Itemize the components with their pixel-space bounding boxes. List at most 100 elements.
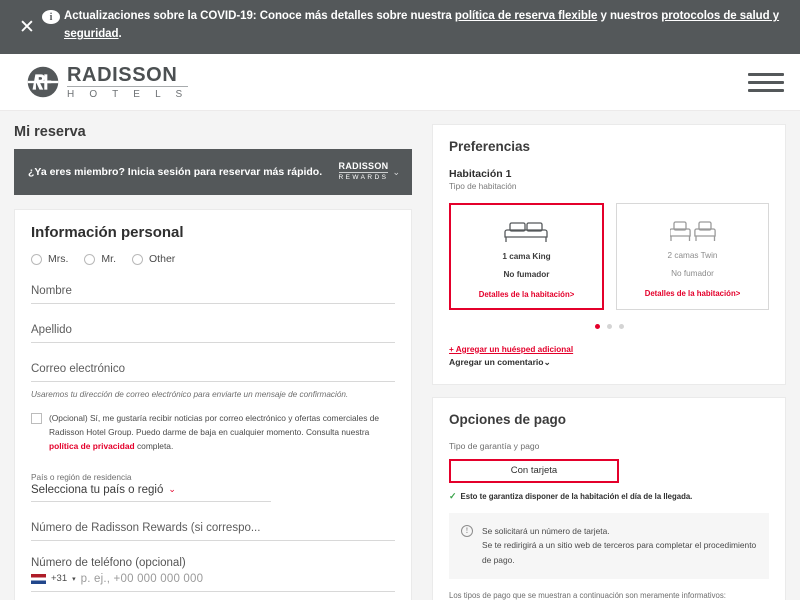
country-select[interactable]: Selecciona tu país o regió ⌄ — [31, 483, 272, 502]
info-circle-icon: ! — [461, 524, 473, 537]
hamburger-bar-1 — [748, 72, 784, 76]
room-details-link-king[interactable]: Detalles de la habitación> — [457, 290, 596, 299]
payment-info-text: Se solicitará un número de tarjeta. Se t… — [482, 524, 757, 568]
marketing-optin-row: (Opcional) Sí, me gustaría recibir notic… — [31, 412, 395, 454]
radio-label-mr: Mr. — [101, 253, 117, 265]
email-input[interactable] — [31, 361, 395, 382]
room-details-link-twin[interactable]: Detalles de la habitación> — [623, 289, 762, 298]
payment-info-line2: Se te redirigirá a un sitio web de terce… — [482, 540, 757, 565]
payment-options-card: Opciones de pago Tipo de garantía y pago… — [432, 396, 786, 600]
marketing-optin-text: (Opcional) Sí, me gustaría recibir notic… — [49, 412, 395, 454]
hamburger-bar-3 — [748, 88, 784, 92]
member-login-bar[interactable]: ¿Ya eres miembro? Inicia sesión para res… — [14, 149, 412, 195]
country-select-value: Selecciona tu país o regió — [31, 483, 164, 496]
room-option-king-name-line2: No fumador — [503, 270, 550, 280]
radisson-hotels-logo[interactable]: RADISSON H O T E L S — [26, 65, 189, 100]
personal-information-card: Información personal Mrs. Mr. Other Nomb… — [14, 209, 412, 600]
optin-text-after: completa. — [134, 441, 174, 452]
email-helper-text: Usaremos tu dirección de correo electrón… — [31, 390, 349, 399]
phone-field: Número de teléfono (opcional) +31 ▾ p. e… — [31, 557, 395, 592]
radio-other[interactable] — [132, 253, 144, 265]
chevron-down-icon[interactable]: ⌄ — [392, 167, 400, 178]
preferences-content: Preferencias Habitación 1 Tipo de habita… — [433, 125, 785, 384]
room-label: Habitación 1 — [449, 168, 512, 180]
room-option-king-name-line1: 1 cama King — [502, 252, 551, 261]
privacy-policy-link[interactable]: política de privacidad — [49, 441, 135, 451]
room-option-twin-name-line1: 2 camas Twin — [667, 251, 718, 260]
covid-text-part2: y nuestros — [597, 10, 662, 22]
radio-label-mrs: Mrs. — [48, 253, 69, 265]
radisson-rewards-badge: RADISSON REWARDS ⌄ — [338, 161, 400, 182]
radio-mr[interactable] — [84, 253, 96, 265]
logo-secondary-text: H O T E L S — [67, 88, 189, 100]
last-name-field — [31, 320, 395, 343]
email-field: Usaremos tu dirección de correo electrón… — [31, 359, 395, 402]
preferences-card: Preferencias Habitación 1 Tipo de habita… — [432, 124, 786, 385]
room-type-options: 1 cama King No fumador Detalles de la ha… — [449, 203, 769, 310]
country-label: País o región de residencia — [31, 471, 132, 482]
first-name-input[interactable] — [31, 283, 395, 304]
check-icon: ✓ — [449, 490, 457, 501]
page-title: Mi reserva — [14, 124, 86, 140]
salutation-radio-group: Mrs. Mr. Other — [31, 253, 395, 265]
radisson-logo-mark-icon — [27, 66, 59, 98]
close-icon[interactable]: ✕ — [12, 7, 42, 47]
radio-mrs[interactable] — [31, 253, 42, 265]
rewards-number-input[interactable] — [31, 519, 395, 541]
personal-information-content: Información personal Mrs. Mr. Other Nomb… — [15, 210, 411, 600]
member-login-text: ¿Ya eres miembro? Inicia sesión para res… — [28, 166, 323, 178]
guarantee-note: ✓ Esto te garantiza disponer de la habit… — [449, 490, 769, 501]
left-column: Mi reserva ¿Ya eres miembro? Inicia sesi… — [0, 111, 424, 600]
room-carousel-dots — [449, 323, 769, 329]
covid-text-part1: Actualizaciones sobre la COVID-19: Conoc… — [64, 10, 455, 22]
optin-text-before: (Opcional) Sí, me gustaría recibir notic… — [49, 413, 380, 438]
page-body: Mi reserva ¿Ya eres miembro? Inicia sesi… — [0, 111, 800, 600]
add-additional-guest-link[interactable]: + Agregar un huésped adicional — [449, 345, 769, 354]
twin-beds-icon — [623, 216, 762, 244]
phone-number-placeholder: p. ej., +00 000 000 000 — [80, 572, 204, 585]
phone-input-row[interactable]: +31 ▾ p. ej., +00 000 000 000 — [31, 573, 395, 592]
room-option-king[interactable]: 1 cama King No fumador Detalles de la ha… — [449, 203, 604, 310]
right-column: Preferencias Habitación 1 Tipo de habita… — [424, 111, 800, 600]
carousel-dot-2[interactable] — [606, 323, 612, 329]
phone-dial-code: +31 — [51, 573, 68, 585]
form-title: Información personal — [31, 224, 184, 241]
covid-text-part3: . — [118, 27, 122, 40]
logo-primary-text: RADISSON — [67, 65, 189, 87]
add-comment-toggle[interactable]: Agregar un comentario⌄ — [449, 357, 769, 368]
netherlands-flag-icon — [31, 573, 46, 584]
chevron-down-icon[interactable]: ▾ — [72, 575, 76, 583]
payment-options-content: Opciones de pago Tipo de garantía y pago… — [433, 398, 785, 600]
guarantee-note-text: Esto te garantiza disponer de la habitac… — [460, 491, 693, 501]
rewards-number-field — [31, 518, 395, 541]
room-option-twin-name-line2: No fumador — [671, 269, 714, 279]
room-option-twin[interactable]: 2 camas Twin No fumador Detalles de la h… — [616, 203, 769, 310]
flexible-booking-policy-link[interactable]: política de reserva flexible — [455, 10, 597, 22]
chevron-down-icon: ⌄ — [543, 356, 551, 367]
payment-options-title: Opciones de pago — [449, 411, 567, 427]
country-field: País o región de residencia Selecciona t… — [31, 472, 395, 502]
payment-info-line1: Se solicitará un número de tarjeta. — [482, 525, 610, 536]
marketing-optin-checkbox[interactable] — [31, 413, 42, 425]
rewards-badge-top: RADISSON — [338, 161, 389, 174]
covid-notification-banner: ✕ i Actualizaciones sobre la COVID-19: C… — [0, 0, 800, 54]
pay-with-card-button[interactable]: Con tarjeta — [449, 458, 619, 483]
add-comment-label: Agregar un comentario — [449, 356, 544, 367]
king-bed-icon — [457, 217, 596, 245]
accepted-cards-note: Los tipos de pago que se muestran a cont… — [449, 590, 726, 600]
carousel-dot-1[interactable] — [594, 323, 600, 329]
rewards-badge-bottom: REWARDS — [338, 174, 389, 182]
hamburger-bar-2 — [748, 80, 784, 84]
covid-banner-text: Actualizaciones sobre la COVID-19: Conoc… — [64, 7, 788, 44]
guarantee-type-label: Tipo de garantía y pago — [449, 440, 540, 451]
preferences-title: Preferencias — [449, 139, 531, 154]
hamburger-menu-icon[interactable] — [748, 62, 784, 103]
last-name-input[interactable] — [31, 322, 395, 343]
carousel-dot-3[interactable] — [618, 323, 624, 329]
site-header: RADISSON H O T E L S — [0, 54, 800, 111]
payment-info-box: ! Se solicitará un número de tarjeta. Se… — [449, 512, 769, 579]
logo-wordmark: RADISSON H O T E L S — [67, 65, 189, 100]
info-icon: i — [42, 10, 60, 24]
room-type-label: Tipo de habitación — [449, 181, 517, 191]
radio-label-other: Other — [149, 253, 176, 265]
